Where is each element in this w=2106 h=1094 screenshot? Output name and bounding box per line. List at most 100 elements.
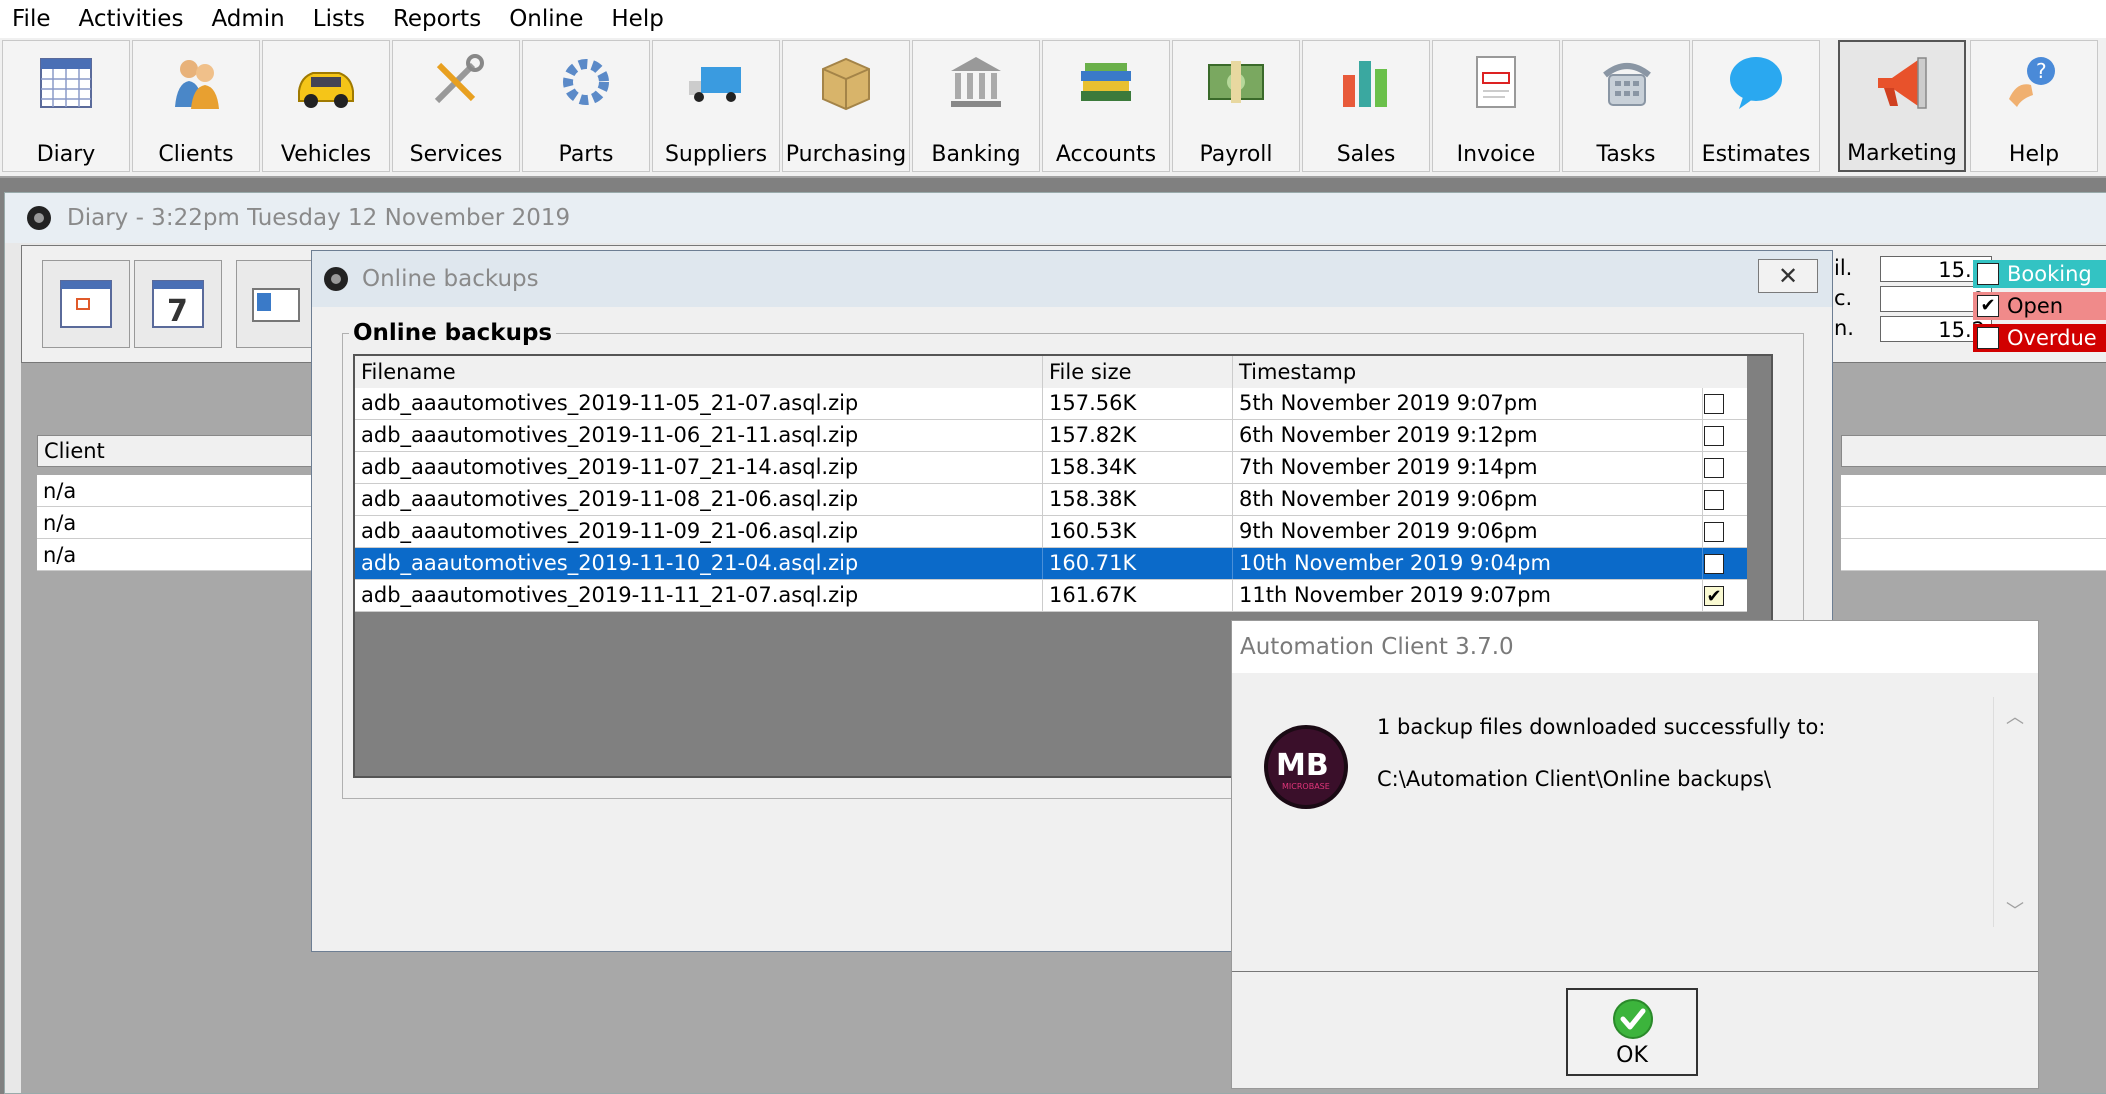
column-timestamp[interactable]: Timestamp <box>1233 356 1749 388</box>
diary-title: Diary - 3:22pm Tuesday 12 November 2019 <box>67 205 571 231</box>
legend-open[interactable]: ✔ Open <box>1973 292 2106 320</box>
table-row[interactable]: adb_aaautomotives_2019-11-06_21-11.asql.… <box>355 420 1749 452</box>
column-filename[interactable]: Filename <box>355 356 1043 388</box>
toolbar-label: Payroll <box>1199 142 1273 167</box>
toolbar-label: Tasks <box>1596 142 1656 167</box>
calendar-icon <box>40 58 92 108</box>
legend-booking[interactable]: ✔ Booking <box>1973 260 2106 288</box>
toolbar-banking-button[interactable]: Banking <box>912 40 1040 172</box>
list-item[interactable]: n/a <box>37 475 337 507</box>
cell-timestamp: 5th November 2019 9:07pm <box>1233 388 1703 419</box>
card-view-button[interactable] <box>236 260 316 348</box>
stat-label: c. <box>1834 286 1853 310</box>
table-row[interactable]: adb_aaautomotives_2019-11-09_21-06.asql.… <box>355 516 1749 548</box>
toolbar-estimates-button[interactable]: Estimates <box>1692 40 1820 172</box>
week-view-button[interactable]: 7 <box>134 260 222 348</box>
table-header: Filename File size Timestamp <box>355 356 1749 389</box>
toolbar-label: Accounts <box>1055 142 1157 167</box>
menu-online[interactable]: Online <box>495 6 597 32</box>
cell-filename: adb_aaautomotives_2019-11-11_21-07.asql.… <box>355 580 1043 611</box>
megaphone-icon <box>1878 57 1927 109</box>
toolbar-clients-button[interactable]: Clients <box>132 40 260 172</box>
day-view-button[interactable] <box>42 260 130 348</box>
cell-size: 161.67K <box>1043 580 1233 611</box>
menu-activities[interactable]: Activities <box>65 6 198 32</box>
gear-icon <box>563 59 609 105</box>
tools-icon <box>434 54 484 104</box>
cell-size: 158.38K <box>1043 484 1233 515</box>
close-icon: ✕ <box>1777 262 1799 290</box>
toolbar-vehicles-button[interactable]: Vehicles <box>262 40 390 172</box>
client-list: n/a n/a n/a <box>37 475 337 571</box>
dialog-title[interactable]: Automation Client 3.7.0 <box>1232 621 2038 673</box>
column-header[interactable] <box>1841 435 2106 467</box>
list-item[interactable] <box>1841 507 2106 539</box>
row-checkbox[interactable]: ✔ <box>1704 586 1724 607</box>
close-button[interactable]: ✕ <box>1758 259 1818 293</box>
toolbar-suppliers-button[interactable]: Suppliers <box>652 40 780 172</box>
table-row[interactable]: adb_aaautomotives_2019-11-05_21-07.asql.… <box>355 388 1749 420</box>
toolbar-marketing-button[interactable]: Marketing <box>1838 40 1966 172</box>
row-checkbox[interactable] <box>1704 426 1724 446</box>
table-row[interactable]: adb_aaautomotives_2019-11-10_21-04.asql.… <box>355 548 1749 580</box>
row-checkbox[interactable] <box>1704 394 1724 414</box>
menu-help[interactable]: Help <box>597 6 677 32</box>
message-scrollbar[interactable]: ︿ ﹀ <box>1993 697 2034 927</box>
toolbar-payroll-button[interactable]: Payroll <box>1172 40 1300 172</box>
cell-filename: adb_aaautomotives_2019-11-10_21-04.asql.… <box>355 548 1043 579</box>
cell-filename: adb_aaautomotives_2019-11-06_21-11.asql.… <box>355 420 1043 451</box>
stat-label: il. <box>1834 256 1853 280</box>
toolbar-label: Vehicles <box>280 142 372 167</box>
check-circle-icon <box>1613 999 1653 1039</box>
card-icon <box>252 288 300 322</box>
row-checkbox[interactable] <box>1704 554 1724 574</box>
check-icon: ✔ <box>1977 263 1999 285</box>
svg-text:?: ? <box>2036 59 2047 83</box>
message-line-1: 1 backup files downloaded successfully t… <box>1377 715 1826 739</box>
toolbar-accounts-button[interactable]: Accounts <box>1042 40 1170 172</box>
list-item[interactable] <box>1841 539 2106 571</box>
svg-text:MB: MB <box>1276 748 1329 783</box>
cell-size: 160.71K <box>1043 548 1233 579</box>
toolbar-invoice-button[interactable]: Invoice <box>1432 40 1560 172</box>
calendar-week-icon: 7 <box>152 280 204 329</box>
list-item[interactable] <box>1841 475 2106 507</box>
bank-icon <box>951 57 1001 107</box>
row-checkbox[interactable] <box>1704 458 1724 478</box>
ok-button[interactable]: OK <box>1566 988 1698 1076</box>
toolbar-sales-button[interactable]: Sales <box>1302 40 1430 172</box>
cell-size: 160.53K <box>1043 516 1233 547</box>
table-row[interactable]: adb_aaautomotives_2019-11-11_21-07.asql.… <box>355 580 1749 612</box>
table-row[interactable]: adb_aaautomotives_2019-11-07_21-14.asql.… <box>355 452 1749 484</box>
check-icon: ✔ <box>1977 327 1999 349</box>
books-icon <box>1081 63 1131 101</box>
microbase-logo-icon: MB MICROBASE <box>1264 725 1348 809</box>
cell-filename: adb_aaautomotives_2019-11-05_21-07.asql.… <box>355 388 1043 419</box>
diary-title-bar[interactable]: Diary - 3:22pm Tuesday 12 November 2019 <box>5 193 2106 243</box>
legend-overdue[interactable]: ✔ Overdue <box>1973 324 2106 352</box>
toolbar-tasks-button[interactable]: Tasks <box>1562 40 1690 172</box>
chevron-up-icon[interactable]: ︿ <box>2006 703 2024 729</box>
toolbar-services-button[interactable]: Services <box>392 40 520 172</box>
online-backups-title-bar[interactable]: Online backups ✕ <box>312 251 1832 307</box>
cell-timestamp: 6th November 2019 9:12pm <box>1233 420 1703 451</box>
menu-reports[interactable]: Reports <box>379 6 495 32</box>
toolbar-purchasing-button[interactable]: Purchasing <box>782 40 910 172</box>
toolbar-help-button[interactable]: ? Help <box>1970 40 2098 172</box>
cell-timestamp: 10th November 2019 9:04pm <box>1233 548 1703 579</box>
list-item[interactable]: n/a <box>37 539 337 571</box>
menu-file[interactable]: File <box>0 6 65 32</box>
list-item[interactable]: n/a <box>37 507 337 539</box>
row-checkbox[interactable] <box>1704 490 1724 510</box>
toolbar-diary-button[interactable]: Diary <box>2 40 130 172</box>
stat-label: n. <box>1834 316 1854 340</box>
chevron-down-icon[interactable]: ﹀ <box>2006 897 2024 923</box>
row-checkbox[interactable] <box>1704 522 1724 542</box>
toolbar-parts-button[interactable]: Parts <box>522 40 650 172</box>
table-row[interactable]: adb_aaautomotives_2019-11-08_21-06.asql.… <box>355 484 1749 516</box>
client-column-header[interactable]: Client <box>37 435 337 467</box>
toolbar-label: Estimates <box>1701 142 1811 167</box>
column-file-size[interactable]: File size <box>1043 356 1233 388</box>
menu-lists[interactable]: Lists <box>299 6 379 32</box>
menu-admin[interactable]: Admin <box>197 6 298 32</box>
